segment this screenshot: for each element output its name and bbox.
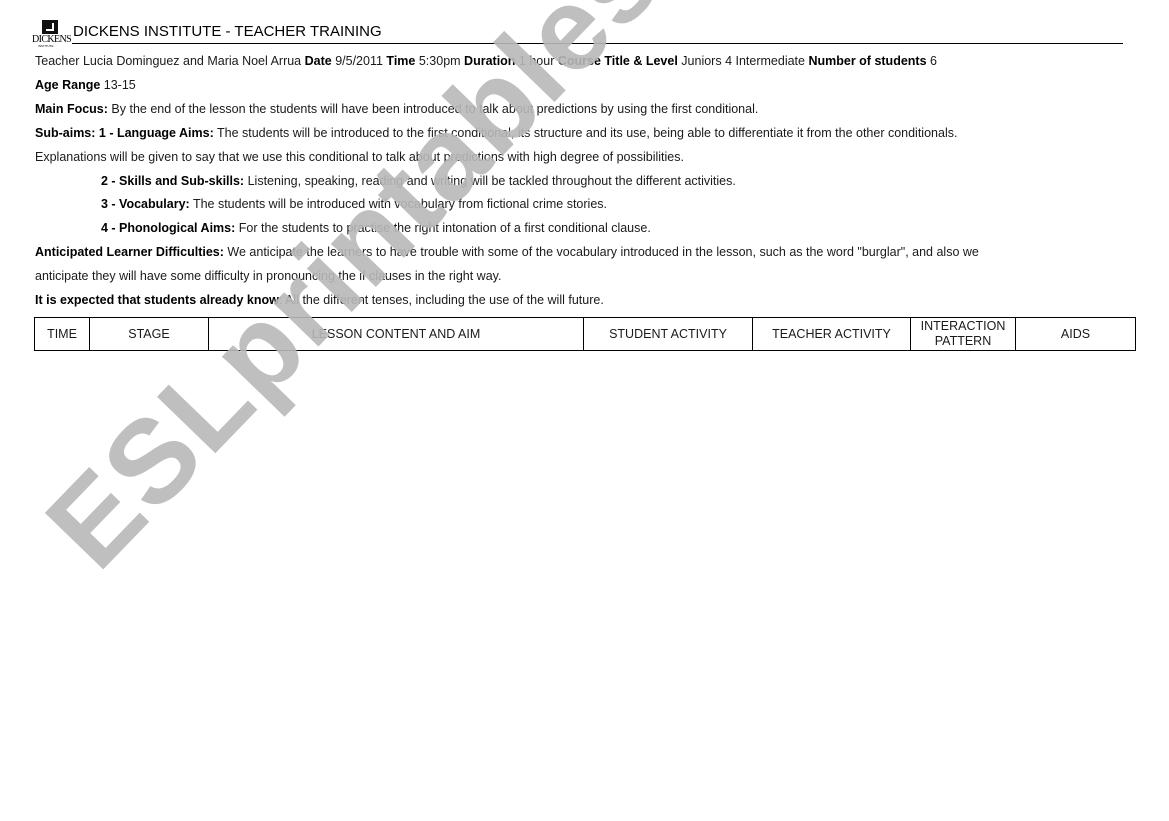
date-value: 9/5/2011 <box>335 54 383 68</box>
language-aims-continuation: Explanations will be given to say that w… <box>35 150 684 164</box>
dickens-logo: DICKENS INSTITUTE <box>32 18 72 50</box>
duration-value: 1 hour <box>518 54 555 68</box>
skills-label: 2 - Skills and Sub-skills: <box>101 174 245 188</box>
difficulties-continuation: anticipate they will have some difficult… <box>35 269 502 283</box>
header-teacher-activity: TEACHER ACTIVITY <box>752 317 911 351</box>
age-label: Age Range <box>35 78 101 92</box>
vocabulary-text: The students will be introduced with voc… <box>192 197 607 211</box>
info-line: Teacher Lucia Dominguez and Maria Noel A… <box>35 53 937 69</box>
difficulties-label: Anticipated Learner Difficulties: <box>35 245 224 259</box>
header-time: TIME <box>34 317 90 351</box>
students-value: 6 <box>930 54 937 68</box>
prior-knowledge-text: : All the different tenses, including th… <box>278 293 604 307</box>
duration-label: Duration <box>464 54 516 68</box>
main-focus-label: Main Focus: <box>35 102 108 116</box>
phonological-text: For the students to practise the right i… <box>238 221 651 235</box>
teacher-value: Lucia Dominguez and Maria Noel Arrua <box>82 54 302 68</box>
header-aids: AIDS <box>1015 317 1136 351</box>
header-interaction-pattern: INTERACTION PATTERN <box>910 317 1016 351</box>
main-focus-line: Main Focus: By the end of the lesson the… <box>35 101 758 117</box>
language-aims-text: The students will be introduced to the f… <box>216 126 958 140</box>
course-label: Course Title & Level <box>557 54 678 68</box>
difficulties-line: Anticipated Learner Difficulties: We ant… <box>35 244 979 260</box>
course-value: Juniors 4 Intermediate <box>681 54 805 68</box>
main-focus-text: By the end of the lesson the students wi… <box>111 102 759 116</box>
date-label: Date <box>304 54 332 68</box>
students-label: Number of students <box>808 54 927 68</box>
phonological-label: 4 - Phonological Aims: <box>101 221 236 235</box>
time-label: Time <box>386 54 416 68</box>
vocabulary-aims-line: 3 - Vocabulary: The students will be int… <box>101 196 607 212</box>
time-value: 5:30pm <box>418 54 461 68</box>
document-title: DICKENS INSTITUTE - TEACHER TRAINING <box>73 23 382 40</box>
logo-subtext: INSTITUTE <box>38 44 54 48</box>
skills-aims-line: 2 - Skills and Sub-skills: Listening, sp… <box>101 173 736 189</box>
prior-knowledge-line: It is expected that students already kno… <box>35 292 604 308</box>
prior-knowledge-label: It is expected that students already kno… <box>35 293 279 307</box>
logo-mark-icon <box>42 20 58 34</box>
age-range-line: Age Range 13-15 <box>35 77 136 93</box>
difficulties-text: We anticipate the learners to have troub… <box>227 245 979 259</box>
age-value: 13-15 <box>103 78 136 92</box>
document-header: DICKENS INSTITUTE DICKENS INSTITUTE - TE… <box>32 18 1123 50</box>
sub-aims-label: Sub-aims: 1 - Language Aims: <box>35 126 214 140</box>
header-stage: STAGE <box>89 317 209 351</box>
phonological-aims-line: 4 - Phonological Aims: For the students … <box>101 220 651 236</box>
header-student-activity: STUDENT ACTIVITY <box>583 317 753 351</box>
teacher-label: Teacher <box>35 54 80 68</box>
language-aims-line: Sub-aims: 1 - Language Aims: The student… <box>35 125 957 141</box>
header-lesson-content: LESSON CONTENT AND AIM <box>208 317 584 351</box>
skills-text: Listening, speaking, reading and writing… <box>247 174 736 188</box>
lesson-plan-table: TIME STAGE LESSON CONTENT AND AIM STUDEN… <box>34 317 1136 351</box>
table-header-row: TIME STAGE LESSON CONTENT AND AIM STUDEN… <box>34 317 1136 351</box>
header-rule <box>72 43 1123 44</box>
vocabulary-label: 3 - Vocabulary: <box>101 197 190 211</box>
lesson-plan-page: DICKENS INSTITUTE DICKENS INSTITUTE - TE… <box>0 0 1169 821</box>
